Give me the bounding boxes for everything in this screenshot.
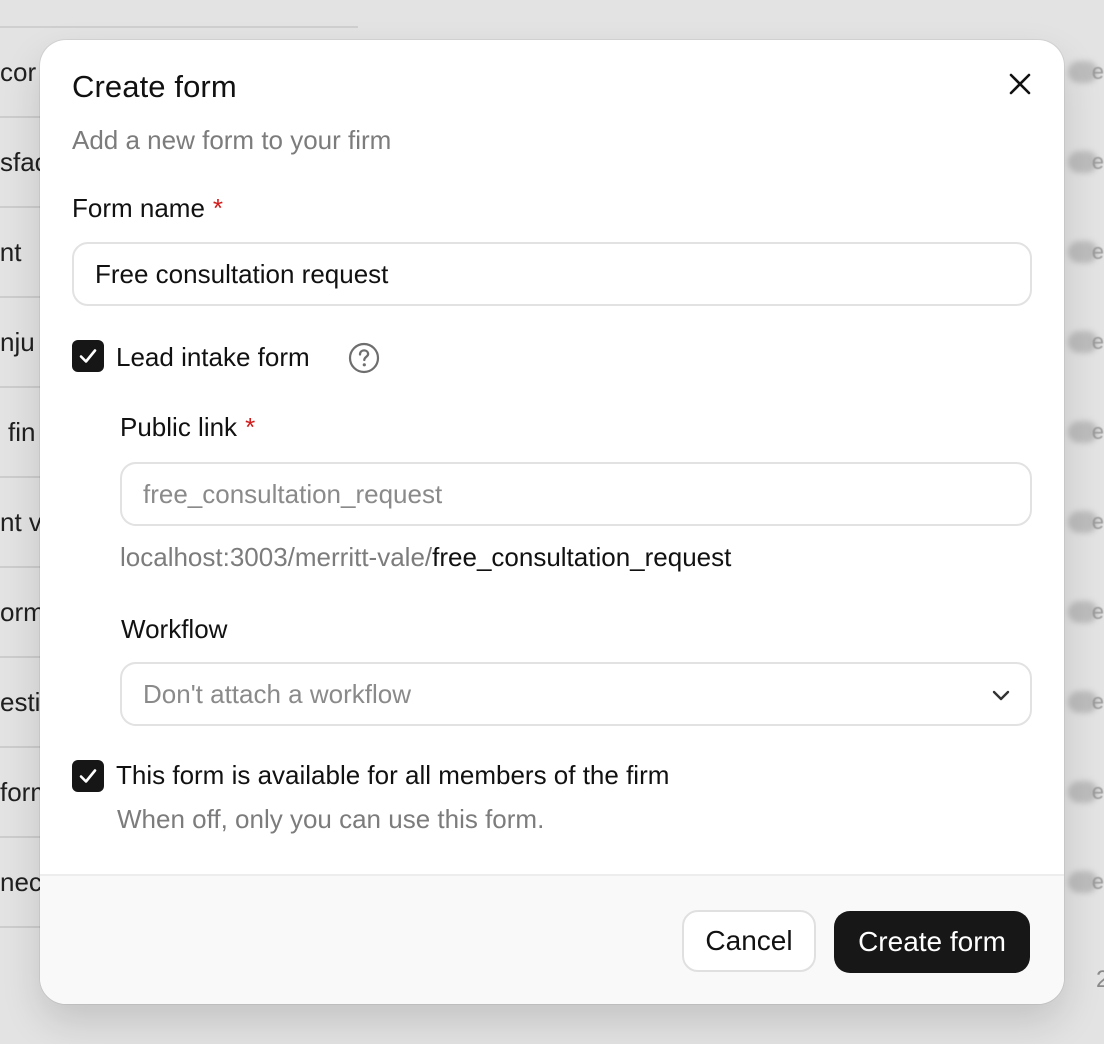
background-avatar: e — [1058, 412, 1104, 452]
public-link-placeholder: free_consultation_request — [143, 478, 443, 509]
workflow-select[interactable]: Don't attach a workflow — [120, 662, 1032, 726]
form-name-label: Form name * — [72, 193, 223, 224]
workflow-selected-value: Don't attach a workflow — [143, 678, 411, 709]
chevron-down-icon — [992, 690, 1010, 701]
workflow-label: Workflow — [121, 614, 228, 644]
background-avatar: e — [1058, 772, 1104, 812]
close-button[interactable] — [1002, 66, 1038, 102]
background-avatar: e — [1058, 322, 1104, 362]
form-name-value: Free consultation request — [95, 258, 389, 289]
question-circle-icon[interactable] — [348, 342, 380, 374]
available-to-all-label[interactable]: This form is available for all members o… — [116, 760, 669, 791]
public-link-label-text: Public link — [120, 412, 238, 442]
background-avatar: e — [1058, 682, 1104, 722]
checkmark-icon — [79, 769, 97, 783]
background-pagination: 2 — [1096, 966, 1104, 993]
create-form-dialog: Create form Add a new form to your firm … — [40, 40, 1064, 1004]
create-form-button[interactable]: Create form — [834, 911, 1030, 973]
background-avatar: e — [1058, 232, 1104, 272]
url-slug: free_consultation_request — [432, 542, 732, 572]
form-name-label-text: Form name — [72, 193, 205, 223]
background-avatar: e — [1058, 52, 1104, 92]
background-avatar: e — [1058, 502, 1104, 542]
dialog-footer: Cancel Create form — [40, 874, 1064, 1004]
form-name-input[interactable]: Free consultation request — [72, 242, 1032, 306]
available-to-all-hint: When off, only you can use this form. — [117, 804, 545, 834]
required-marker: * — [245, 412, 256, 442]
lead-intake-checkbox[interactable] — [72, 340, 104, 372]
dialog-subtitle: Add a new form to your firm — [72, 125, 392, 155]
background-avatar: e — [1058, 592, 1104, 632]
public-link-preview: localhost:3003/merritt-vale/free_consult… — [120, 542, 731, 573]
background-avatar: e — [1058, 142, 1104, 182]
public-link-input[interactable]: free_consultation_request — [120, 462, 1032, 526]
checkmark-icon — [79, 349, 97, 363]
available-to-all-checkbox[interactable] — [72, 760, 104, 792]
url-prefix: localhost:3003/merritt-vale/ — [120, 542, 433, 572]
cancel-button[interactable]: Cancel — [682, 910, 816, 972]
lead-intake-label[interactable]: Lead intake form — [116, 342, 310, 373]
public-link-label: Public link * — [120, 412, 255, 443]
background-avatar: e — [1058, 862, 1104, 902]
close-icon — [1009, 73, 1031, 95]
dialog-title: Create form — [72, 69, 237, 104]
required-marker: * — [212, 193, 224, 223]
